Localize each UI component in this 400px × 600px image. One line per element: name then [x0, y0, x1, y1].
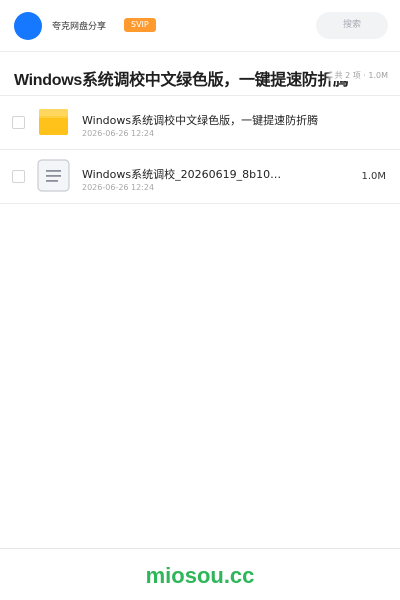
title-bar: Windows系统调校中文绿色版，一键提速防折腾 共 2 项 · 1.0M	[0, 53, 400, 96]
header: 夸克网盘分享 SVIP 搜索	[0, 0, 400, 52]
file-row[interactable]: Windows系统调校_20260619_8b10… 2026-06-26 12…	[0, 150, 400, 204]
footer: miosou.cc	[0, 548, 400, 600]
row-checkbox[interactable]	[12, 170, 25, 183]
page-title: Windows系统调校中文绿色版，一键提速防折腾	[14, 72, 349, 89]
file-row[interactable]: Windows系统调校中文绿色版，一键提速防折腾 2026-06-26 12:2…	[0, 96, 400, 150]
svip-badge: SVIP	[124, 18, 156, 32]
page: 夸克网盘分享 SVIP 搜索 Windows系统调校中文绿色版，一键提速防折腾 …	[0, 0, 400, 600]
app-name: 夸克网盘分享	[52, 22, 107, 32]
avatar[interactable]	[14, 12, 42, 40]
file-name: Windows系统调校_20260619_8b10…	[82, 168, 282, 181]
file-date: 2026-06-26 12:24	[82, 129, 155, 138]
share-meta: 共 2 项 · 1.0M	[324, 70, 388, 81]
file-date: 2026-06-26 12:24	[82, 183, 155, 192]
file-list: Windows系统调校中文绿色版，一键提速防折腾 2026-06-26 12:2…	[0, 96, 400, 204]
file-name: Windows系统调校中文绿色版，一键提速防折腾	[82, 114, 319, 127]
brand-link[interactable]: miosou.cc	[0, 563, 400, 589]
search-input[interactable]: 搜索	[316, 12, 388, 39]
row-checkbox[interactable]	[12, 116, 25, 129]
folder-icon	[38, 108, 69, 137]
document-icon	[37, 159, 70, 192]
file-size: 1.0M	[361, 171, 386, 182]
